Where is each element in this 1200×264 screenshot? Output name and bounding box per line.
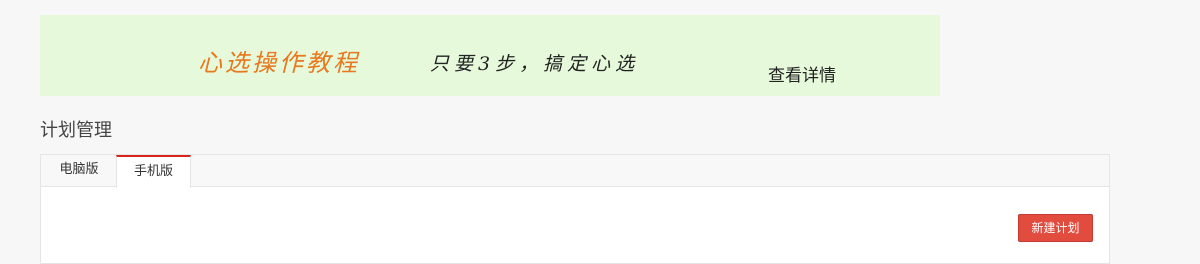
tab-pc-version[interactable]: 电脑版 bbox=[41, 155, 117, 187]
tab-mobile-version[interactable]: 手机版 bbox=[116, 155, 191, 188]
banner-detail-link[interactable]: 查看详情 bbox=[768, 61, 836, 86]
tab-bar: 电脑版 手机版 bbox=[41, 155, 1109, 188]
new-plan-button[interactable]: 新建计划 bbox=[1018, 214, 1093, 242]
page-title: 计划管理 bbox=[40, 120, 112, 141]
plan-panel: 电脑版 手机版 新建计划 bbox=[40, 154, 1110, 264]
promo-banner[interactable]: 心选操作教程 只要3步，搞定心选 查看详情 bbox=[40, 15, 940, 96]
banner-title: 心选操作教程 bbox=[198, 49, 360, 77]
banner-slogan: 只要3步，搞定心选 bbox=[430, 53, 640, 75]
